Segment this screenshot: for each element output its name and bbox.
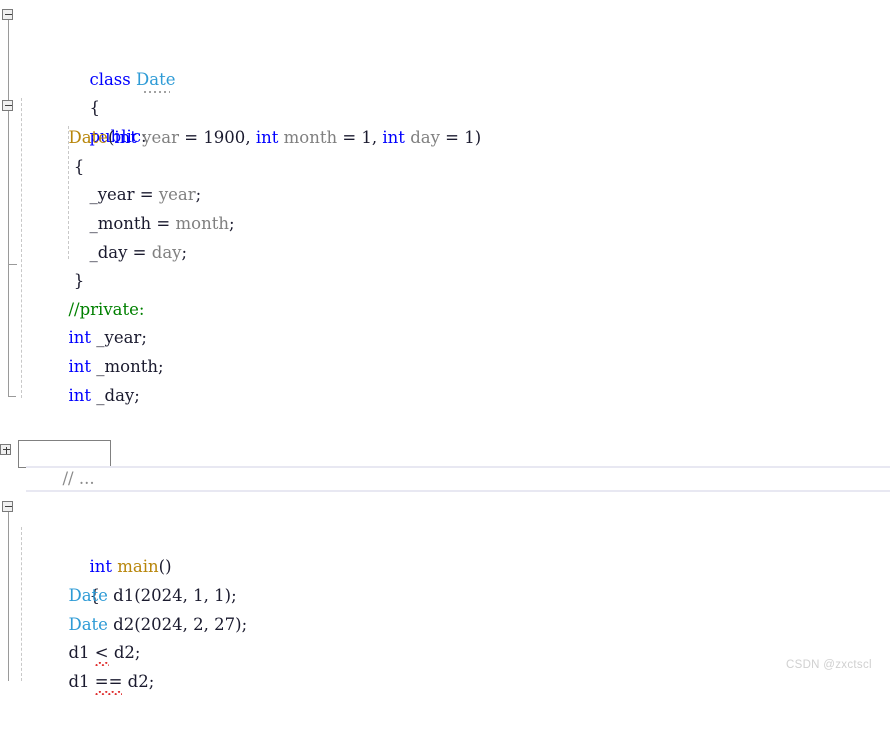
token-param-ref-day: day [151, 242, 182, 262]
collapsed-region-label: // ... [62, 469, 95, 488]
token-keyword-int-2: int [255, 127, 279, 147]
token-param-month: month [283, 127, 338, 147]
watermark: CSDN @zxctscl [786, 659, 872, 671]
token-number-month-default: 1 [361, 127, 372, 147]
token-assign-3: = [439, 127, 465, 147]
code-line-13[interactable]: int _day; [0, 353, 139, 405]
code-line-7[interactable]: _month = month; [0, 181, 234, 233]
code-line-3[interactable]: public: [0, 66, 146, 146]
code-line-12[interactable]: int _month; [0, 324, 163, 376]
code-line-11[interactable]: int _year; [0, 295, 146, 347]
code-line-8[interactable]: _day = day; [0, 210, 187, 262]
token-comma-2: , [371, 127, 383, 147]
code-line-17[interactable]: Date d1(2024, 1, 1); [0, 553, 236, 605]
code-line-4[interactable]: Date(int year = 1900, int month = 1, int… [0, 95, 481, 147]
code-line-1[interactable]: class Date [0, 9, 175, 93]
token-number-1900: 1900 [203, 127, 246, 147]
code-line-9[interactable]: } [0, 238, 85, 290]
code-line-18[interactable]: Date d2(2024, 2, 27); [0, 582, 247, 634]
token-lhs-d1-eq: d1 [68, 671, 95, 691]
error-squiggle-eq: == [94, 668, 123, 697]
code-line-14[interactable]: }; [0, 381, 105, 461]
code-line-16[interactable]: { [0, 525, 100, 605]
collapsed-region-comment[interactable]: // ... [18, 440, 111, 488]
code-line-20[interactable]: d1 == d2; [0, 639, 154, 695]
code-line-2[interactable]: { [0, 37, 100, 117]
token-comma-1: , [245, 127, 256, 147]
token-member-day: _day [89, 242, 128, 262]
token-semicolon-month: ; [228, 213, 235, 233]
token-keyword-int-1: int [114, 127, 137, 147]
collapsed-region-rule-top [26, 466, 890, 468]
token-rhs-d2-eq: d2; [122, 671, 155, 691]
code-line-15[interactable]: int main() [0, 496, 171, 576]
token-semicolon-day: ; [181, 242, 188, 262]
token-paren-close: ) [474, 127, 482, 147]
token-assign-1: = [178, 127, 204, 147]
code-surface[interactable]: class Date { public: Date(int year = 190… [0, 0, 890, 695]
token-assign-2: = [337, 127, 362, 147]
token-param-day: day [410, 127, 440, 147]
token-number-day-default: 1 [464, 127, 475, 147]
token-operator-eq: == [94, 671, 123, 691]
token-assign-day: = [127, 242, 152, 262]
code-line-5[interactable]: { [0, 124, 85, 176]
token-keyword-int-3: int [382, 127, 405, 147]
code-line-6[interactable]: _year = year; [0, 152, 201, 204]
collapsed-region-rule-bottom [26, 490, 890, 492]
token-param-year: year [142, 127, 179, 147]
token-args-d2: (2024, 2, 27); [134, 614, 248, 634]
code-editor[interactable]: class Date { public: Date(int year = 190… [0, 0, 890, 695]
code-line-10[interactable]: //private: [0, 267, 144, 319]
code-line-19[interactable]: d1 < d2; [0, 610, 140, 666]
